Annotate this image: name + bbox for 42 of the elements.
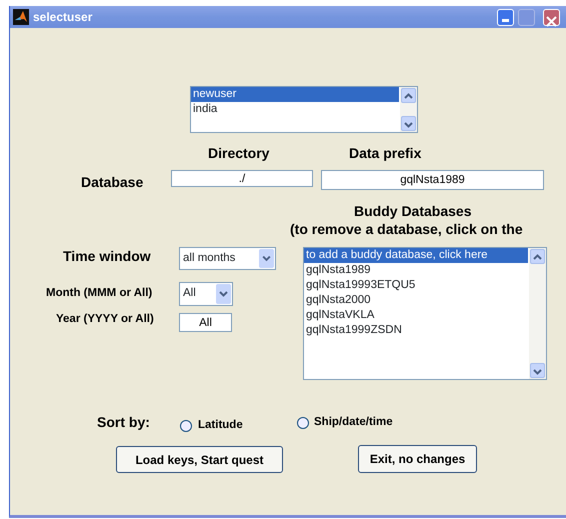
action-button[interactable]: Load keys, Start quest <box>116 446 283 473</box>
scroll-down-icon[interactable] <box>401 116 416 131</box>
list-item[interactable]: to add a buddy database, click here <box>304 248 528 263</box>
close-button[interactable] <box>543 9 560 26</box>
label: Buddy Databases <box>354 204 472 218</box>
list-item[interactable]: newuser <box>191 87 399 102</box>
list-item[interactable]: gqlNsta1989 <box>304 263 528 278</box>
month-dropdown[interactable]: All <box>179 282 233 306</box>
label: Year (YYYY or All) <box>56 314 154 326</box>
buddy-listbox[interactable]: to add a buddy database, click here gqlNsta1989 gqlNsta19993ETQU5 gqlNsta2000 gqlNstaVKLA gqlNsta1999ZSDN <box>303 247 547 380</box>
time-window-dropdown[interactable]: all months <box>179 247 276 270</box>
user-listbox[interactable]: newuser india <box>190 86 418 133</box>
list-item[interactable]: gqlNstaVKLA <box>304 308 528 323</box>
window-title: selectuser <box>33 9 92 26</box>
dropdown-caret-icon <box>216 284 231 304</box>
radio-button[interactable] <box>180 420 192 432</box>
list-item[interactable]: gqlNsta19993ETQU5 <box>304 278 528 293</box>
scroll-up-icon[interactable] <box>401 88 416 103</box>
scroll-up-icon[interactable] <box>530 249 545 264</box>
label: Time window <box>63 249 151 263</box>
directory-field[interactable]: ./ <box>171 170 313 187</box>
label: Month (MMM or All) <box>46 288 152 300</box>
dropdown-caret-icon <box>259 249 274 268</box>
radio-button[interactable] <box>297 417 309 429</box>
list-item[interactable]: india <box>191 102 399 117</box>
year-field[interactable]: All <box>179 313 232 332</box>
minimize-button[interactable] <box>497 9 514 26</box>
scrollbar[interactable] <box>529 248 546 379</box>
label: Data prefix <box>349 146 422 160</box>
label: Directory <box>208 146 270 160</box>
radio-label[interactable]: Latitude <box>198 420 243 432</box>
label: Sort by: <box>97 415 150 429</box>
radio-label[interactable]: Ship/date/time <box>314 417 393 428</box>
label: Database <box>81 175 144 189</box>
label: (to remove a database, click on the <box>290 222 523 236</box>
data-prefix-field[interactable]: gqlNsta1989 <box>321 170 544 190</box>
app-icon <box>13 9 29 25</box>
list-item[interactable]: gqlNsta2000 <box>304 293 528 308</box>
scrollbar[interactable] <box>400 87 417 132</box>
list-item[interactable]: gqlNsta1999ZSDN <box>304 323 528 338</box>
scroll-down-icon[interactable] <box>530 363 545 378</box>
action-button[interactable]: Exit, no changes <box>358 445 477 473</box>
